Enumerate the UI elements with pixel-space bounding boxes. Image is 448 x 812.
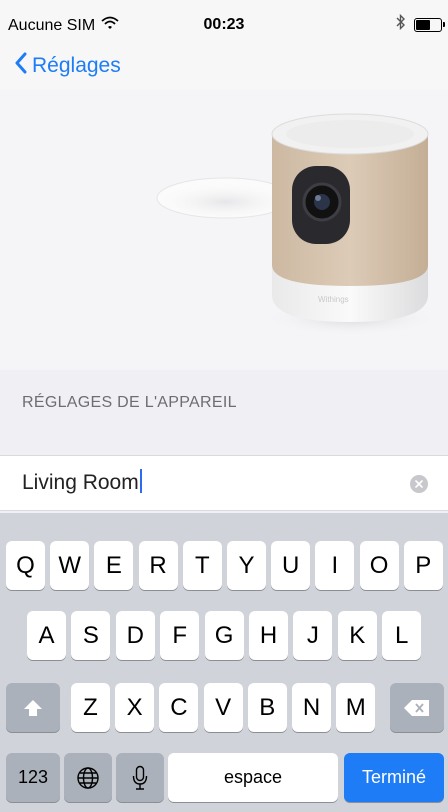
camera-illustration: Withings	[156, 113, 440, 336]
globe-key[interactable]	[64, 753, 112, 802]
key-r[interactable]: R	[138, 541, 178, 590]
microphone-icon	[132, 765, 148, 790]
chevron-left-icon	[14, 52, 28, 80]
key-g[interactable]: G	[204, 611, 244, 660]
back-button[interactable]: Réglages	[14, 52, 121, 80]
battery-icon	[414, 17, 445, 32]
key-q[interactable]: Q	[6, 541, 45, 590]
key-a[interactable]: A	[27, 611, 66, 660]
space-key[interactable]: espace	[168, 753, 338, 802]
backspace-icon	[404, 699, 429, 716]
key-s[interactable]: S	[71, 611, 111, 660]
key-n[interactable]: N	[292, 683, 331, 732]
key-c[interactable]: C	[159, 683, 199, 732]
brand-mark: Withings	[318, 295, 349, 304]
key-j[interactable]: J	[293, 611, 333, 660]
key-w[interactable]: W	[50, 541, 90, 590]
keyboard: 123 espace Terminé QWERTYUIOP ASDFGHJKL ZX…	[0, 513, 448, 812]
key-x[interactable]: X	[115, 683, 155, 732]
key-f[interactable]: F	[160, 611, 200, 660]
key-p[interactable]: P	[403, 541, 443, 590]
key-b[interactable]: B	[247, 683, 287, 732]
delete-key[interactable]	[390, 683, 444, 732]
status-time: 00:23	[203, 16, 245, 33]
key-t[interactable]: T	[182, 541, 222, 590]
key-v[interactable]: V	[203, 683, 243, 732]
section-header: RÉGLAGES DE L'APPAREIL	[22, 394, 237, 411]
status-right	[396, 13, 445, 35]
key-i[interactable]: I	[315, 541, 355, 590]
bluetooth-icon	[396, 13, 406, 35]
numbers-key[interactable]: 123	[6, 753, 60, 802]
device-name-row: Living Room	[0, 455, 448, 511]
microphone-key[interactable]	[116, 753, 164, 802]
key-u[interactable]: U	[271, 541, 311, 590]
globe-icon	[77, 766, 99, 789]
device-name-value: Living Room	[22, 471, 139, 494]
back-label: Réglages	[32, 54, 121, 77]
battery-tip	[443, 21, 445, 27]
key-k[interactable]: K	[337, 611, 377, 660]
battery-fill	[416, 19, 430, 30]
text-cursor	[139, 469, 142, 493]
device-name-field[interactable]: Living Room	[22, 469, 142, 495]
device-image: Withings	[0, 90, 448, 370]
clear-button[interactable]	[410, 475, 428, 493]
key-o[interactable]: O	[359, 541, 399, 590]
status-bar: Aucune SIM 00:23	[0, 0, 448, 40]
key-e[interactable]: E	[94, 541, 134, 590]
key-y[interactable]: Y	[227, 541, 266, 590]
close-icon	[415, 480, 423, 488]
key-l[interactable]: L	[382, 611, 422, 660]
key-h[interactable]: H	[249, 611, 288, 660]
key-z[interactable]: Z	[71, 683, 110, 732]
key-d[interactable]: D	[115, 611, 155, 660]
key-m[interactable]: M	[336, 683, 376, 732]
nav-bar: Réglages	[0, 40, 448, 90]
shift-icon	[24, 699, 42, 716]
shift-key[interactable]	[6, 683, 60, 732]
done-key[interactable]: Terminé	[344, 753, 444, 802]
